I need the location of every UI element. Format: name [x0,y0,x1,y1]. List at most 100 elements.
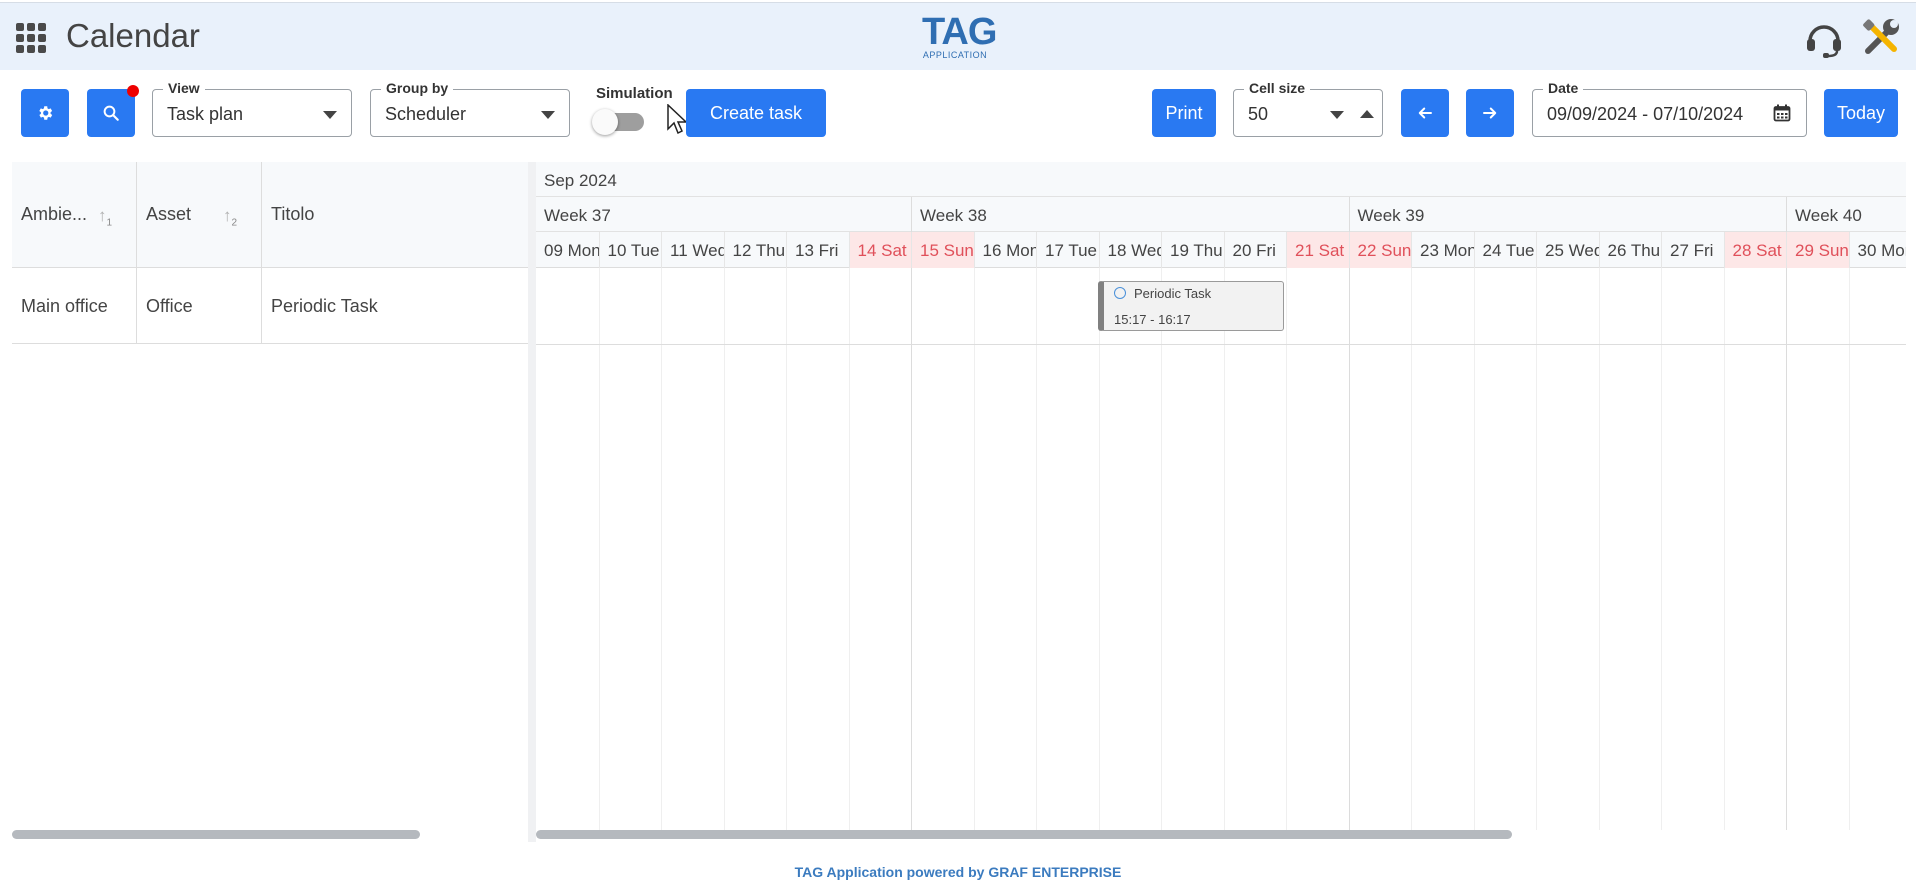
group-by-select[interactable]: Group by Scheduler [370,80,570,137]
day-label: 28 Sat [1732,241,1782,260]
today-button[interactable]: Today [1824,89,1898,137]
create-task-button[interactable]: Create task [686,89,826,137]
date-range-picker[interactable]: Date 09/09/2024 - 07/10/2024 [1532,80,1807,137]
cell-size-label: Cell size [1244,80,1311,96]
day-header: 09 Mon 10 Tue 11 Wed 12 Thu 13 Fri 14 Sat 15 S… [536,232,1906,268]
settings-button[interactable] [21,89,69,137]
column-label: Titolo [271,204,315,224]
task-bar[interactable]: Periodic Task 15:17 - 16:17 [1098,281,1284,331]
next-button[interactable] [1466,89,1514,137]
column-label: Asset [146,204,192,224]
timeline-horizontal-scrollbar[interactable] [536,830,1512,839]
search-button[interactable] [87,89,135,137]
grid-line [1598,268,1600,830]
day-cell: 13 Fri [786,232,849,268]
grid-line [911,268,912,830]
cell-titolo: Periodic Task [262,268,528,344]
left-horizontal-scrollbar[interactable] [12,830,420,839]
column-titolo[interactable]: Titolo [262,162,528,268]
cell-size-stepper[interactable]: Cell size 50 [1233,80,1383,137]
caret-down-icon [541,111,555,119]
day-cell: 10 Tue [598,232,662,268]
week-label: Week 38 [920,206,987,225]
day-cell: 11 Wed [661,232,724,268]
grid-line [973,268,975,830]
tools-icon[interactable] [1860,17,1902,59]
print-button[interactable]: Print [1152,89,1216,137]
arrow-left-icon [1418,107,1432,119]
column-ambiente[interactable]: Ambie... ↑1 [12,162,137,268]
grid-line [598,268,600,830]
resource-grid: Ambie... ↑1 Asset ↑2 Titolo Main office … [12,162,528,842]
cell-size-value: 50 [1248,104,1269,124]
increase-icon[interactable] [1360,110,1374,118]
grid-line [1223,268,1225,830]
sort-arrow-icon[interactable]: ↑1 [98,206,112,228]
grid-line [1786,268,1787,830]
day-cell: 18 Wed [1098,232,1161,268]
footer-credit: TAG Application powered by GRAF ENTERPRI… [794,864,1122,880]
day-label: 12 Thu [732,241,786,260]
view-select[interactable]: View Task plan [152,80,352,137]
day-label: 14 Sat [857,241,907,260]
day-label: 24 Tue [1482,241,1535,260]
cell-text: Office [146,296,193,316]
toggle-knob[interactable] [592,109,618,135]
day-cell: 12 Thu [723,232,787,268]
simulation-toggle[interactable] [592,109,644,135]
grid-line [723,268,725,830]
day-cell: 19 Thu [1161,232,1224,268]
column-label: Ambie... [21,204,88,224]
sort-arrow-icon[interactable]: ↑2 [223,206,237,228]
grid-line [1661,268,1662,830]
week-header: Week 37 Week 38 Week 39 Week 40 [536,197,1906,232]
timeline: Sep 2024 Week 37 Week 38 Week 39 Week 40… [536,162,1906,830]
group-by-label: Group by [381,80,454,96]
top-bar: Calendar TAG APPLICATION [0,2,1916,70]
row-divider [536,344,1906,345]
gear-icon [39,106,53,120]
day-cell: 14 Sat [848,232,911,268]
day-cell: 23 Mon [1411,232,1474,268]
week-cell: Week 40 [1786,197,1906,232]
day-cell: 29 Sun [1786,232,1849,268]
day-cell: 15 Sun [911,232,974,268]
logo-subtext: APPLICATION [922,50,988,60]
day-label: 27 Fri [1670,241,1714,260]
grid-line [1098,268,1100,830]
sort-index: 2 [231,217,238,229]
column-asset[interactable]: Asset ↑2 [137,162,262,268]
panel-splitter[interactable] [528,162,536,842]
grid-line [1411,268,1412,830]
cell-text: Main office [21,296,108,316]
apps-grid-icon[interactable] [16,23,48,55]
sort-index: 1 [106,217,113,229]
table-row[interactable]: Main office Office Periodic Task [12,268,528,344]
day-label: 15 Sun [920,241,974,260]
day-label: 30 Mon [1857,241,1907,260]
grid-line [1473,268,1475,830]
day-label: 22 Sun [1357,241,1412,260]
view-label: View [163,80,205,96]
previous-button[interactable] [1401,89,1449,137]
status-circle-icon [1114,287,1126,299]
day-label: 09 Mon [544,241,599,260]
day-label: 17 Tue [1045,241,1097,260]
calendar-icon[interactable] [1773,104,1791,122]
headset-icon[interactable] [1804,19,1844,59]
date-range-value: 09/09/2024 - 07/10/2024 [1547,104,1744,124]
day-cell: 28 Sat [1723,232,1786,268]
caret-down-icon [323,111,337,119]
timeline-body[interactable]: Periodic Task 15:17 - 16:17 [536,268,1906,830]
grid-line [786,268,787,830]
grid-line [1723,268,1725,830]
day-cell: 20 Fri [1223,232,1287,268]
day-label: 11 Wed [670,241,724,260]
day-cell: 26 Thu [1598,232,1662,268]
day-label: 21 Sat [1295,241,1345,260]
task-time: 15:17 - 16:17 [1114,312,1191,327]
grid-line [1348,268,1350,830]
decrease-icon[interactable] [1330,111,1344,119]
day-cell: 09 Mon [536,232,599,268]
day-label: 16 Mon [982,241,1037,260]
